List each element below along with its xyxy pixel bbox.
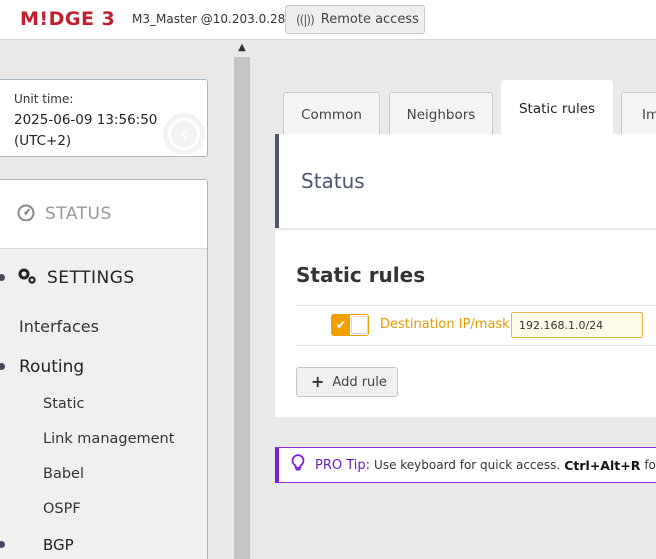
sidebar-item-interfaces[interactable]: Interfaces (19, 317, 99, 336)
pro-tip-shortcut: Ctrl+Alt+R (564, 457, 641, 473)
sidebar-item-routing[interactable]: Routing (19, 357, 84, 377)
tab-static-rules[interactable]: Static rules (501, 80, 613, 136)
status-section-title: Status (301, 169, 365, 193)
unit-time-label: Unit time: (14, 92, 74, 106)
status-section: Status (275, 134, 656, 228)
sidebar-item-ospf[interactable]: OSPF (43, 501, 81, 517)
gears-icon (17, 267, 37, 290)
plus-icon: + (311, 372, 325, 391)
add-rule-button[interactable]: + Add rule (296, 367, 398, 397)
sidebar-item-settings-label: SETTINGS (47, 268, 135, 288)
sidebar-item-settings[interactable]: SETTINGS (0, 250, 207, 306)
brand-logo[interactable]: M!DGE 3 (20, 8, 115, 30)
sidebar-item-status[interactable]: STATUS (0, 180, 207, 249)
sidebar-item-link-management[interactable]: Link management (43, 431, 174, 447)
tab-common[interactable]: Common (283, 92, 380, 136)
remote-access-label: Remote access (320, 12, 419, 27)
remote-access-button[interactable]: ((|)) Remote access (285, 5, 425, 34)
checkmark-icon: ✔ (332, 315, 350, 335)
toggle-knob (351, 316, 368, 334)
sidebar-scrollbar[interactable] (234, 57, 250, 559)
tab-neighbors[interactable]: Neighbors (389, 92, 493, 136)
sidebar-item-babel[interactable]: Babel (43, 466, 84, 482)
lightbulb-icon (291, 453, 305, 477)
divider (296, 345, 656, 346)
scroll-up-arrow-icon[interactable]: ▲ (234, 40, 250, 56)
divider (296, 305, 656, 306)
top-bar: M!DGE 3 M3_Master @10.203.0.28 ((|)) Rem… (0, 0, 656, 40)
pro-tip-text: Use keyboard for quick access. (374, 458, 561, 472)
add-rule-label: Add rule (332, 374, 387, 390)
tab-im[interactable]: Im (621, 92, 656, 136)
antenna-icon: ((|)) (296, 12, 315, 27)
destination-ip-mask-input[interactable] (511, 312, 643, 338)
sidebar-item-bgp[interactable]: BGP (43, 536, 74, 554)
pro-tip-banner: PRO Tip: Use keyboard for quick access. … (275, 447, 656, 483)
rule-enable-toggle[interactable]: ✔ (331, 314, 369, 336)
chevron-left-icon: ‹ (168, 118, 200, 150)
sidebar-item-static[interactable]: Static (43, 396, 84, 412)
gauge-icon (17, 203, 35, 226)
collapse-sidebar-button[interactable]: ‹ (163, 113, 205, 155)
sidebar-item-status-label: STATUS (45, 204, 112, 224)
destination-ip-mask-label: Destination IP/mask (380, 317, 510, 332)
pro-tip-heading: PRO Tip: (315, 457, 371, 473)
pro-tip-tail: for (644, 458, 656, 472)
unit-name: M3_Master @10.203.0.28 (132, 12, 286, 26)
static-rules-title: Static rules (296, 263, 426, 287)
